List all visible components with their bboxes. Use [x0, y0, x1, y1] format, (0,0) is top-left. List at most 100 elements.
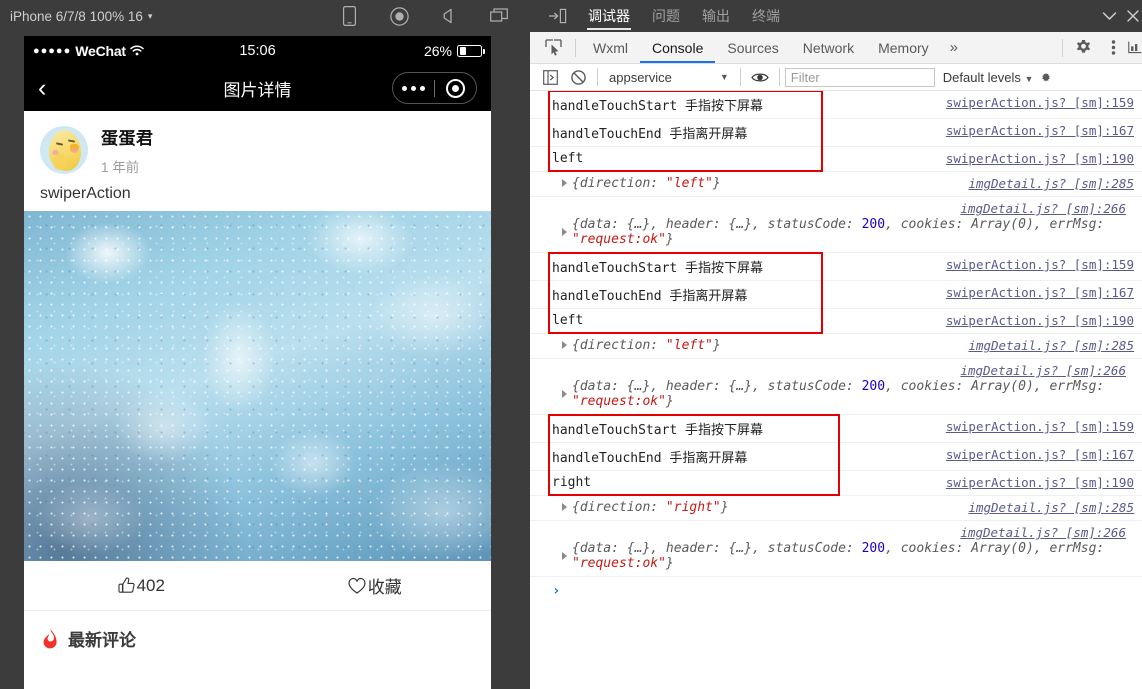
- chart-icon[interactable]: [1128, 39, 1142, 56]
- kebab-menu-icon[interactable]: [1098, 39, 1128, 56]
- simulator-toolbar-icons: [338, 5, 520, 27]
- console-object-row[interactable]: {direction: "left"} imgDetail.js? [sm]:28…: [530, 334, 1142, 359]
- console-object-row[interactable]: imgDetail.js? [sm]:266 {data: {…}, header…: [530, 359, 1142, 415]
- wechat-capsule-button[interactable]: [392, 72, 477, 104]
- console-message: handleTouchEnd 手指离开屏幕: [552, 127, 748, 142]
- open-panel-icon[interactable]: [538, 0, 577, 32]
- console-source-link[interactable]: swiperAction.js? [sm]:167: [946, 285, 1142, 300]
- post-action-bar: 402 收藏: [24, 561, 491, 611]
- console-log-list[interactable]: handleTouchStart 手指按下屏幕 swiperAction.js? …: [530, 91, 1142, 689]
- device-icon[interactable]: [338, 5, 360, 27]
- console-source-link[interactable]: imgDetail.js? [sm]:266: [960, 201, 1134, 216]
- post-timestamp: 1 年前: [101, 160, 140, 175]
- tab-memory[interactable]: Memory: [866, 32, 941, 63]
- tab-terminal[interactable]: 终端: [741, 0, 791, 32]
- eye-icon[interactable]: [746, 71, 774, 84]
- tab-debugger[interactable]: 调试器: [577, 0, 641, 32]
- gear-icon[interactable]: [1068, 39, 1098, 56]
- phone-frame: ●●●●● WeChat 15:06 26% ‹ 图片详情 蛋蛋君 1 年前 s…: [24, 36, 491, 689]
- expand-arrow-icon[interactable]: [562, 503, 567, 511]
- expand-arrow-icon[interactable]: [562, 390, 567, 398]
- chevron-down-icon: ▼: [1024, 73, 1034, 84]
- console-log-row[interactable]: left swiperAction.js? [sm]:190: [530, 147, 1142, 172]
- devtools-top-tabbar: 调试器 问题 输出 终端: [530, 0, 1142, 32]
- console-object-row[interactable]: {direction: "left"} imgDetail.js? [sm]:28…: [530, 172, 1142, 197]
- settings-icon[interactable]: [1041, 70, 1051, 85]
- filter-input[interactable]: [784, 67, 935, 87]
- console-source-link[interactable]: swiperAction.js? [sm]:159: [946, 419, 1142, 434]
- flame-icon: [40, 628, 59, 649]
- console-message: {direction: "left"}: [572, 338, 721, 353]
- target-icon[interactable]: [435, 78, 476, 98]
- favorite-button[interactable]: 收藏: [258, 573, 492, 598]
- console-log-row[interactable]: left swiperAction.js? [sm]:190: [530, 309, 1142, 334]
- chevron-down-icon[interactable]: ▾: [148, 11, 153, 22]
- console-source-link[interactable]: imgDetail.js? [sm]:266: [960, 525, 1134, 540]
- console-log-row[interactable]: right swiperAction.js? [sm]:190: [530, 471, 1142, 496]
- console-source-link[interactable]: imgDetail.js? [sm]:285: [968, 176, 1142, 191]
- tab-output[interactable]: 输出: [691, 0, 741, 32]
- console-log-row[interactable]: handleTouchEnd 手指离开屏幕 swiperAction.js? [s…: [530, 281, 1142, 309]
- like-button[interactable]: 402: [24, 576, 258, 596]
- simulator-toolbar: iPhone 6/7/8 100% 16 ▾: [0, 0, 530, 32]
- console-log-row[interactable]: handleTouchEnd 手指离开屏幕 swiperAction.js? [s…: [530, 443, 1142, 471]
- back-button[interactable]: ‹: [38, 75, 46, 101]
- console-source-link[interactable]: swiperAction.js? [sm]:159: [946, 257, 1142, 272]
- phone-status-bar: ●●●●● WeChat 15:06 26%: [24, 36, 491, 65]
- more-dots-icon[interactable]: [393, 85, 434, 91]
- console-log-row[interactable]: handleTouchStart 手指按下屏幕 swiperAction.js? …: [530, 253, 1142, 281]
- tab-sources[interactable]: Sources: [715, 32, 790, 63]
- console-message: {data: {…}, header: {…}, statusCode: 200…: [572, 217, 1105, 247]
- devtools-panel: 调试器 问题 输出 终端 Wxml Console Sources Networ…: [530, 0, 1142, 689]
- expand-arrow-icon[interactable]: [562, 228, 567, 236]
- inspect-element-icon[interactable]: [536, 39, 570, 56]
- console-log-row[interactable]: handleTouchEnd 手指离开屏幕 swiperAction.js? [s…: [530, 119, 1142, 147]
- devtools-subtabbar: Wxml Console Sources Network Memory »: [530, 32, 1142, 64]
- console-object-row[interactable]: {direction: "right"} imgDetail.js? [sm]:2…: [530, 496, 1142, 521]
- console-message: handleTouchStart 手指按下屏幕: [552, 423, 764, 438]
- tab-wxml[interactable]: Wxml: [581, 32, 640, 63]
- console-source-link[interactable]: swiperAction.js? [sm]:167: [946, 123, 1142, 138]
- comments-title: 最新评论: [68, 631, 136, 650]
- post-user-name[interactable]: 蛋蛋君: [101, 124, 154, 149]
- log-levels-selector[interactable]: Default levels ▼: [935, 70, 1042, 85]
- console-source-link[interactable]: swiperAction.js? [sm]:159: [946, 95, 1142, 110]
- console-message: {data: {…}, header: {…}, statusCode: 200…: [572, 541, 1105, 571]
- tab-problems[interactable]: 问题: [641, 0, 691, 32]
- expand-arrow-icon[interactable]: [562, 341, 567, 349]
- post-author-header: 蛋蛋君 1 年前: [24, 111, 491, 185]
- console-object-row[interactable]: imgDetail.js? [sm]:266 {data: {…}, header…: [530, 197, 1142, 253]
- console-source-link[interactable]: swiperAction.js? [sm]:190: [946, 475, 1142, 490]
- simulator-panel: iPhone 6/7/8 100% 16 ▾ ●●●●● WeChat 15:0…: [0, 0, 530, 689]
- console-source-link[interactable]: imgDetail.js? [sm]:266: [960, 363, 1134, 378]
- console-source-link[interactable]: imgDetail.js? [sm]:285: [968, 500, 1142, 515]
- post-image[interactable]: [24, 211, 491, 561]
- chevron-down-icon[interactable]: [1092, 11, 1126, 21]
- expand-arrow-icon[interactable]: [562, 179, 567, 187]
- context-label: appservice: [609, 69, 672, 85]
- more-tabs-button[interactable]: »: [941, 39, 967, 56]
- console-log-row[interactable]: handleTouchStart 手指按下屏幕 swiperAction.js? …: [530, 91, 1142, 119]
- console-message: left: [552, 313, 584, 328]
- console-object-row[interactable]: imgDetail.js? [sm]:266 {data: {…}, header…: [530, 521, 1142, 577]
- console-message: {direction: "right"}: [572, 500, 729, 515]
- console-source-link[interactable]: imgDetail.js? [sm]:285: [968, 338, 1142, 353]
- volume-icon[interactable]: [438, 5, 460, 27]
- console-sidebar-icon[interactable]: [536, 69, 564, 85]
- expand-arrow-icon[interactable]: [562, 552, 567, 560]
- console-source-link[interactable]: swiperAction.js? [sm]:190: [946, 313, 1142, 328]
- close-icon[interactable]: [1126, 9, 1140, 23]
- console-message: handleTouchEnd 手指离开屏幕: [552, 289, 748, 304]
- context-selector[interactable]: appservice ▼: [603, 70, 735, 85]
- console-prompt[interactable]: ›: [530, 577, 1142, 599]
- avatar[interactable]: [40, 126, 88, 174]
- record-icon[interactable]: [388, 5, 410, 27]
- console-log-row[interactable]: handleTouchStart 手指按下屏幕 swiperAction.js? …: [530, 415, 1142, 443]
- tab-console[interactable]: Console: [640, 32, 715, 63]
- clear-console-icon[interactable]: [564, 69, 592, 85]
- console-source-link[interactable]: swiperAction.js? [sm]:167: [946, 447, 1142, 462]
- tab-network[interactable]: Network: [791, 32, 866, 63]
- windows-icon[interactable]: [488, 5, 510, 27]
- device-selector-label[interactable]: iPhone 6/7/8 100% 16: [10, 9, 143, 24]
- console-source-link[interactable]: swiperAction.js? [sm]:190: [946, 151, 1142, 166]
